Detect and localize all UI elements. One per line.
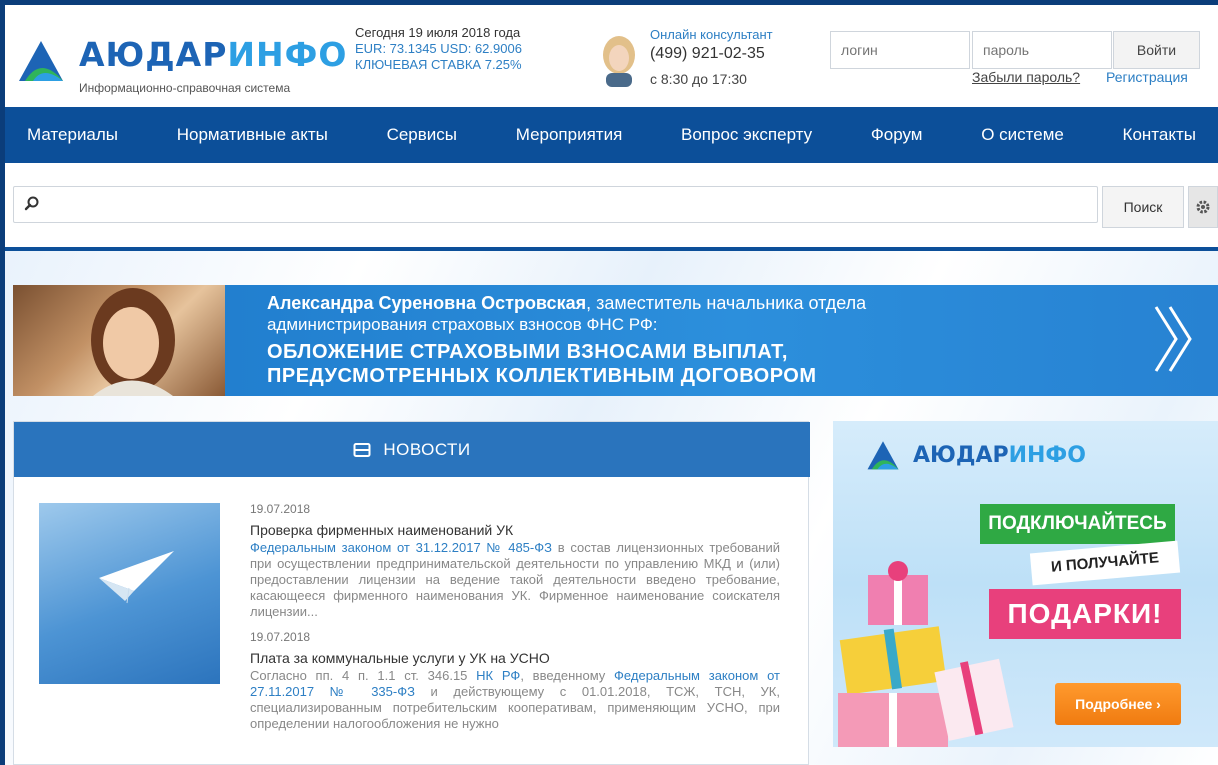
register-link[interactable]: Регистрация xyxy=(1106,69,1188,85)
consultant-phone: (499) 921-02-35 xyxy=(650,45,765,62)
news-list: 19.07.2018 Проверка фирменных наименован… xyxy=(250,502,780,742)
main-nav: Материалы Нормативные акты Сервисы Мероп… xyxy=(5,107,1218,163)
expert-portrait-icon xyxy=(91,288,175,396)
brand-subtitle: Информационно-справочная система xyxy=(79,81,291,95)
consultant-avatar xyxy=(603,36,635,87)
expert-photo xyxy=(13,285,225,396)
promo-banner[interactable]: АЮДАРИНФО ПОДКЛЮЧАЙТЕСЬ И ПОЛУЧАЙТЕ ПОДА… xyxy=(833,421,1218,747)
gift-boxes-icon xyxy=(838,561,1014,747)
promo-and-get: И ПОЛУЧАЙТЕ xyxy=(1029,540,1181,586)
key-rate: КЛЮЧЕВАЯ СТАВКА 7.25% xyxy=(355,57,522,72)
consultant-label[interactable]: Онлайн консультант xyxy=(650,27,773,42)
search-button[interactable]: Поиск xyxy=(1102,186,1184,228)
brand-title: АЮДАРИНФО xyxy=(79,35,348,74)
expert-banner[interactable]: Александра Суреновна Островская, замести… xyxy=(13,285,1218,396)
inbox-icon xyxy=(353,442,371,457)
news-header: НОВОСТИ xyxy=(14,422,810,477)
news-item-text: Согласно пп. 4 п. 1.1 ст. 346.15 НК РФ, … xyxy=(250,668,780,731)
nav-item-normative-acts[interactable]: Нормативные акты xyxy=(177,125,328,145)
search-settings-button[interactable] xyxy=(1188,186,1218,228)
news-image[interactable] xyxy=(39,503,220,684)
date-rates-block: Сегодня 19 июля 2018 года EUR: 73.1345 U… xyxy=(355,25,522,73)
site-logo[interactable]: АЮДАРИНФО Информационно-справочная систе… xyxy=(13,31,346,101)
news-item-title[interactable]: Проверка фирменных наименований УК xyxy=(250,522,780,538)
chevron-right-icon[interactable] xyxy=(1150,303,1198,375)
tax-code-link[interactable]: НК РФ xyxy=(476,668,520,683)
paper-plane-icon xyxy=(99,551,174,604)
nav-item-materials[interactable]: Материалы xyxy=(27,125,118,145)
currency-rates: EUR: 73.1345 USD: 62.9006 xyxy=(355,41,522,56)
news-item-title[interactable]: Плата за коммунальные услуги у УК на УСН… xyxy=(250,650,780,666)
nav-item-events[interactable]: Мероприятия xyxy=(516,125,623,145)
login-button[interactable]: Войти xyxy=(1113,31,1200,69)
expert-name-line: Александра Суреновна Островская, замести… xyxy=(267,293,867,313)
logo-mark-icon xyxy=(19,41,63,81)
password-input[interactable] xyxy=(972,31,1112,69)
nav-item-ask-expert[interactable]: Вопрос эксперту xyxy=(681,125,812,145)
promo-brand: АЮДАРИНФО xyxy=(913,443,1086,468)
expert-role-line: администрирования страховых взносов ФНС … xyxy=(267,315,658,334)
today-date: Сегодня 19 июля 2018 года xyxy=(355,25,521,40)
search-input[interactable] xyxy=(48,189,1088,220)
news-date: 19.07.2018 xyxy=(250,630,311,644)
nav-item-about[interactable]: О системе xyxy=(981,125,1064,145)
banner-headline-2: ПРЕДУСМОТРЕННЫХ КОЛЛЕКТИВНЫМ ДОГОВОРОМ xyxy=(267,365,817,387)
banner-headline-1: ОБЛОЖЕНИЕ СТРАХОВЫМИ ВЗНОСАМИ ВЫПЛАТ, xyxy=(267,341,788,363)
login-input[interactable] xyxy=(830,31,970,69)
logo-mark-icon xyxy=(867,441,899,470)
promo-more-button[interactable]: Подробнее › xyxy=(1055,683,1181,725)
news-date: 19.07.2018 xyxy=(250,502,311,516)
online-consultant[interactable]: Онлайн консультант (499) 921-02-35 с 8:3… xyxy=(598,27,818,97)
news-title: НОВОСТИ xyxy=(383,439,471,459)
nav-item-services[interactable]: Сервисы xyxy=(387,125,457,145)
search-box xyxy=(13,186,1098,223)
promo-connect: ПОДКЛЮЧАЙТЕСЬ xyxy=(980,504,1175,544)
law-link[interactable]: Федеральным законом от 31.12.2017 № 485-… xyxy=(250,540,552,555)
forgot-password-link[interactable]: Забыли пароль? xyxy=(972,69,1080,85)
search-icon xyxy=(24,196,39,211)
page: АЮДАРИНФО Информационно-справочная систе… xyxy=(5,5,1218,765)
news-panel: НОВОСТИ 19.07.2018 Проверка фирменных на… xyxy=(13,421,810,765)
list-item: 19.07.2018 Плата за коммунальные услуги … xyxy=(250,630,780,732)
list-item: 19.07.2018 Проверка фирменных наименован… xyxy=(250,502,780,620)
news-item-text: Федеральным законом от 31.12.2017 № 485-… xyxy=(250,540,780,619)
nav-item-contacts[interactable]: Контакты xyxy=(1123,125,1196,145)
consultant-hours: с 8:30 до 17:30 xyxy=(650,71,747,87)
nav-item-forum[interactable]: Форум xyxy=(871,125,923,145)
gear-icon xyxy=(1196,200,1210,214)
